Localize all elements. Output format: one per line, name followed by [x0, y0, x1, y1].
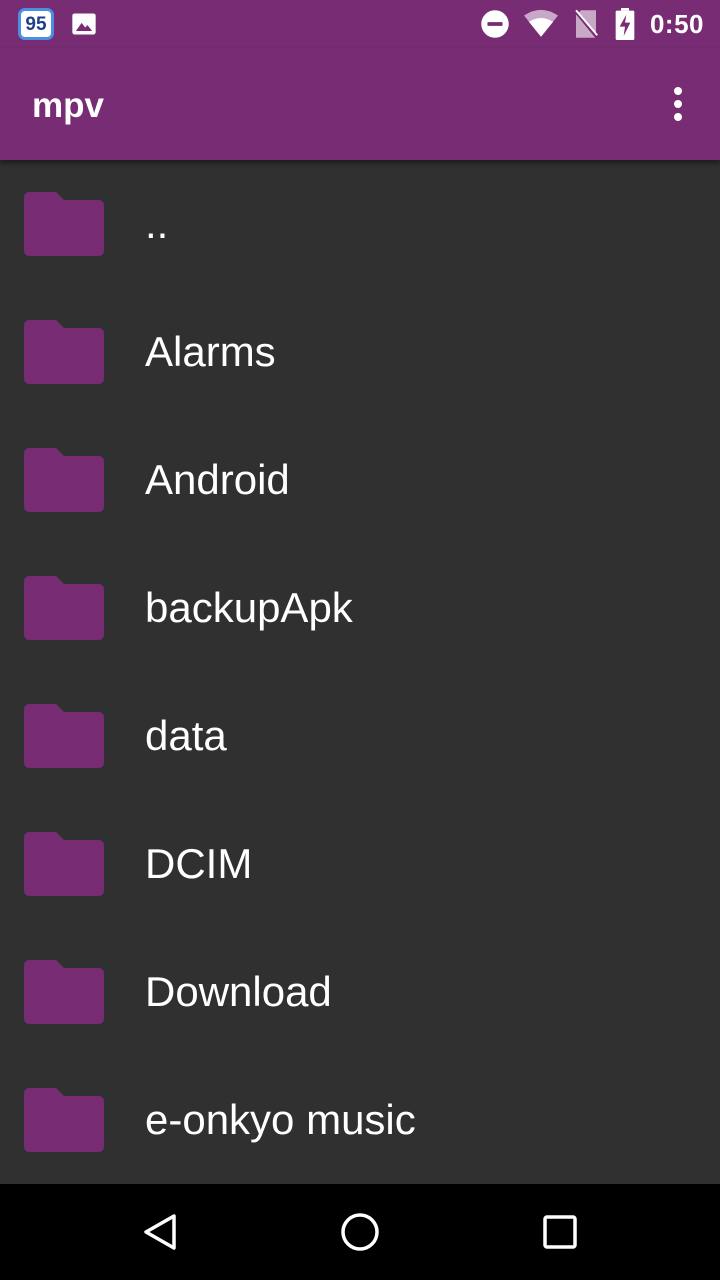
folder-icon — [24, 832, 104, 896]
image-icon — [72, 13, 96, 35]
file-row[interactable]: DCIM — [0, 800, 720, 928]
do-not-disturb-icon — [481, 10, 509, 38]
folder-icon — [24, 576, 104, 640]
file-row[interactable]: Alarms — [0, 288, 720, 416]
file-name: data — [145, 712, 227, 759]
notification-badge: 95 — [18, 8, 54, 40]
folder-icon — [24, 192, 104, 256]
app-bar: mpv — [0, 48, 720, 160]
wifi-icon — [523, 9, 558, 37]
navigation-bar — [0, 1184, 720, 1280]
more-vert-icon[interactable] — [658, 76, 698, 132]
file-name: Android — [145, 456, 290, 503]
file-row[interactable]: backupApk — [0, 544, 720, 672]
file-row[interactable]: Download — [0, 928, 720, 1056]
file-list: .. Alarms Android backupApk data DCIM Download… — [0, 160, 720, 1184]
folder-icon — [24, 704, 104, 768]
file-row[interactable]: Android — [0, 416, 720, 544]
battery-charging-icon — [615, 8, 635, 40]
file-name: backupApk — [145, 584, 353, 631]
status-bar: 95 0:50 — [0, 0, 720, 48]
folder-icon — [24, 448, 104, 512]
folder-icon — [24, 1088, 104, 1152]
app-title: mpv — [32, 86, 104, 125]
file-name: Download — [145, 968, 332, 1015]
recents-icon[interactable] — [532, 1204, 588, 1260]
file-name: e-onkyo music — [145, 1096, 416, 1143]
folder-icon — [24, 960, 104, 1024]
no-sim-icon — [573, 9, 599, 39]
file-row[interactable]: .. — [0, 160, 720, 288]
file-row[interactable]: e-onkyo music — [0, 1056, 720, 1184]
file-name: Alarms — [145, 328, 276, 375]
clock: 0:50 — [649, 8, 704, 39]
folder-icon — [24, 320, 104, 384]
file-name: .. — [145, 200, 169, 247]
file-row[interactable]: data — [0, 672, 720, 800]
back-icon[interactable] — [132, 1204, 188, 1260]
file-name: DCIM — [145, 840, 253, 887]
home-icon[interactable] — [332, 1204, 388, 1260]
